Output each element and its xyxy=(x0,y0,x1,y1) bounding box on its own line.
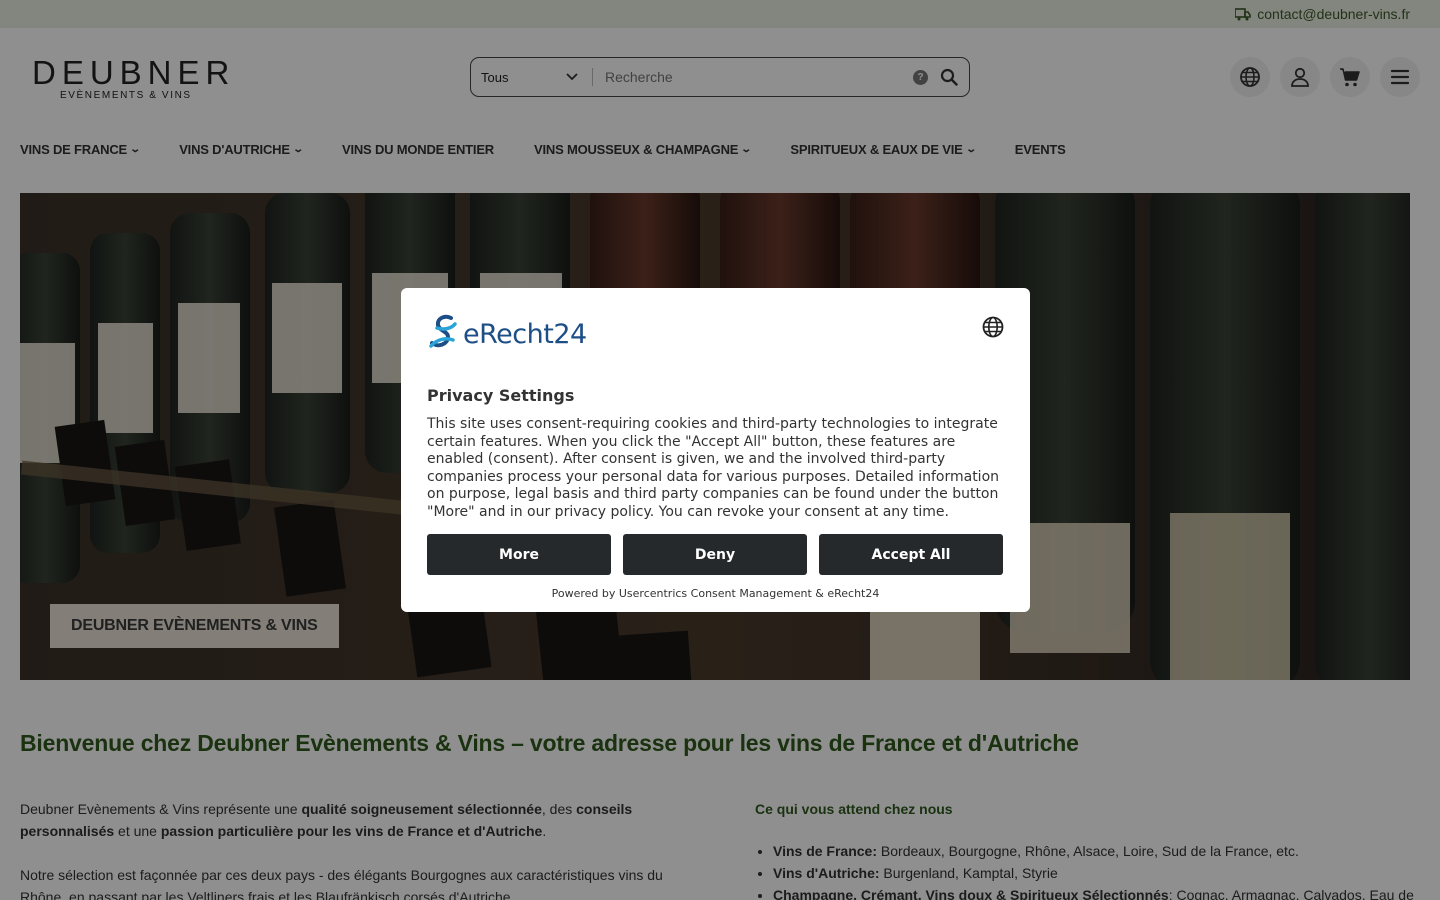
privacy-consent-dialog: eRecht24 Privacy Settings This site uses… xyxy=(401,288,1030,612)
erecht24-mark-icon xyxy=(429,314,457,348)
more-button[interactable]: More xyxy=(427,534,611,575)
language-globe-icon[interactable] xyxy=(982,316,1004,338)
erecht24-logo: eRecht24 xyxy=(427,314,1004,354)
powered-by-text: Powered by Usercentrics Consent Manageme… xyxy=(551,587,880,600)
erecht24-wordmark: eRecht24 xyxy=(463,318,587,350)
consent-title: Privacy Settings xyxy=(427,386,575,405)
consent-buttons: More Deny Accept All xyxy=(427,534,1004,575)
consent-description: This site uses consent-requiring cookies… xyxy=(427,416,1000,520)
deny-button[interactable]: Deny xyxy=(623,534,807,575)
accept-all-button[interactable]: Accept All xyxy=(819,534,1003,575)
